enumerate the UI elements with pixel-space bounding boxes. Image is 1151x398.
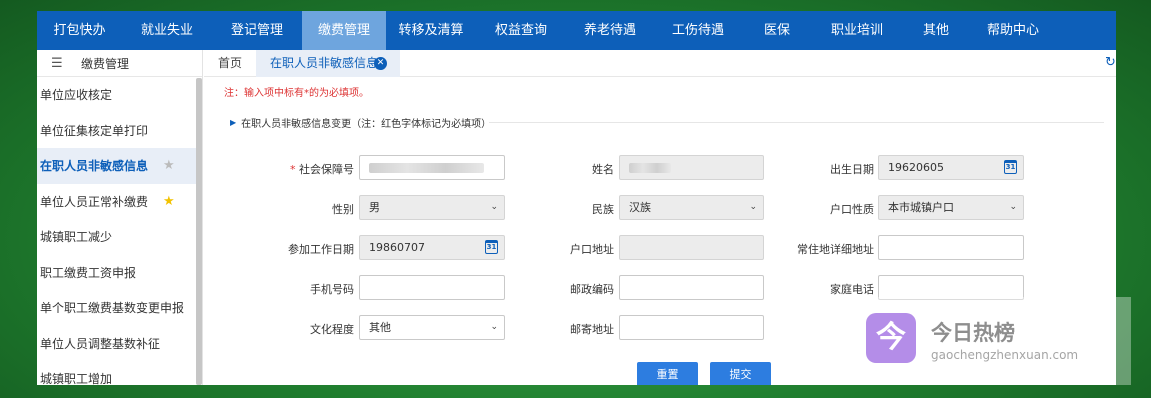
birth-label: 出生日期 bbox=[830, 163, 874, 176]
gender-select[interactable]: 男 ⌄ bbox=[359, 195, 505, 220]
sidebar-item[interactable]: 单位应收核定 bbox=[37, 77, 202, 113]
submit-button[interactable]: 提交 bbox=[710, 362, 771, 385]
refresh-icon[interactable]: ↻ bbox=[1103, 55, 1116, 70]
residence-field[interactable] bbox=[878, 235, 1024, 260]
top-navigation: 打包快办 就业失业 登记管理 缴费管理 转移及清算 权益查询 养老待遇 工伤待遇 医保 职业培训其… bbox=[37, 11, 1116, 50]
chevron-down-icon: ⌄ bbox=[490, 202, 498, 212]
tab-bar: 首页 在职人员非敏感信息 ✕ ↻ ••• bbox=[204, 50, 1116, 77]
sidebar-item[interactable]: 单位征集核定单打印 bbox=[37, 113, 202, 149]
sidebar-item[interactable]: 单个职工缴费基数变更申报 bbox=[37, 290, 202, 326]
work-start-field: 19860707 31 bbox=[359, 235, 505, 260]
hukou-type-label: 户口性质 bbox=[830, 203, 874, 216]
sidebar-title: 缴费管理 bbox=[81, 56, 130, 71]
ssn-label: * 社会保障号 bbox=[290, 163, 354, 176]
mobile-label: 手机号码 bbox=[310, 283, 354, 296]
sidebar-item[interactable]: 城镇职工增加 bbox=[37, 361, 202, 385]
sidebar-item-label: 城镇职工增加 bbox=[40, 372, 113, 385]
nav-item[interactable]: 就业失业 bbox=[122, 11, 212, 50]
sidebar-item-label: 单位人员正常补缴费 bbox=[40, 194, 149, 209]
sidebar-item-label: 城镇职工减少 bbox=[40, 230, 113, 245]
nav-item[interactable]: 帮助中心 bbox=[970, 11, 1056, 50]
home-phone-label: 家庭电话 bbox=[830, 283, 874, 296]
nav-item[interactable]: 打包快办 bbox=[37, 11, 122, 50]
education-label: 文化程度 bbox=[310, 323, 354, 336]
birth-field: 19620605 31 bbox=[878, 155, 1024, 180]
sidebar-item-label: 职工缴费工资申报 bbox=[40, 265, 137, 280]
chevron-down-icon: ⌄ bbox=[749, 202, 757, 212]
sidebar-scrollbar[interactable] bbox=[196, 78, 202, 385]
mail-address-field[interactable] bbox=[619, 315, 764, 340]
section-header: ▶ 在职人员非敏感信息变更（注：红色字体标记为必填项） bbox=[230, 115, 491, 130]
section-divider bbox=[489, 122, 1104, 123]
sidebar-item-label: 单位应收核定 bbox=[40, 88, 113, 103]
nav-item[interactable]: 养老待遇 bbox=[566, 11, 654, 50]
reset-button[interactable]: 重置 bbox=[637, 362, 698, 385]
education-select[interactable]: 其他 ⌄ bbox=[359, 315, 505, 340]
gender-label: 性别 bbox=[332, 203, 354, 216]
watermark: 今 今日热榜 gaochengzhenxuan.com bbox=[866, 313, 1086, 363]
ethnicity-select[interactable]: 汉族 ⌄ bbox=[619, 195, 764, 220]
name-field bbox=[619, 155, 764, 180]
section-title: 在职人员非敏感信息变更（注：红色字体标记为必填项） bbox=[241, 119, 492, 130]
calendar-icon[interactable]: 31 bbox=[1004, 160, 1017, 174]
nav-item[interactable]: 其他 bbox=[902, 11, 970, 50]
sidebar-item-label: 单位征集核定单打印 bbox=[40, 123, 149, 138]
star-icon[interactable]: ★ bbox=[163, 194, 175, 209]
nav-item[interactable]: 权益查询 bbox=[476, 11, 566, 50]
nav-item[interactable]: 工伤待遇 bbox=[654, 11, 742, 50]
menu-icon[interactable]: ☰ bbox=[51, 56, 81, 71]
postcode-label: 邮政编码 bbox=[570, 283, 614, 296]
watermark-title: 今日热榜 bbox=[931, 321, 1015, 345]
tab-home[interactable]: 首页 bbox=[218, 50, 242, 77]
sidebar-item[interactable]: 单位人员调整基数补征 bbox=[37, 326, 202, 362]
sidebar-item[interactable]: 职工缴费工资申报 bbox=[37, 255, 202, 291]
hukou-address-field bbox=[619, 235, 764, 260]
triangle-icon: ▶ bbox=[230, 118, 237, 127]
name-label: 姓名 bbox=[592, 163, 614, 176]
nav-item[interactable]: 医保 bbox=[742, 11, 812, 50]
sidebar-item-label: 单位人员调整基数补征 bbox=[40, 336, 161, 351]
required-note: 注：输入项中标有*的为必填项。 bbox=[224, 88, 369, 99]
postcode-field[interactable] bbox=[619, 275, 764, 300]
watermark-subtitle: gaochengzhenxuan.com bbox=[931, 348, 1079, 362]
sidebar-item[interactable]: 城镇职工减少 bbox=[37, 219, 202, 255]
mail-address-label: 邮寄地址 bbox=[570, 323, 614, 336]
residence-label: 常住地详细地址 bbox=[797, 243, 874, 256]
calendar-icon[interactable]: 31 bbox=[485, 240, 498, 254]
sidebar-header[interactable]: ☰ 缴费管理 bbox=[37, 50, 202, 77]
nav-item[interactable]: 职业培训 bbox=[812, 11, 902, 50]
sidebar-item[interactable]: 在职人员非敏感信息 ★ bbox=[37, 148, 202, 184]
nav-item[interactable]: 转移及清算 bbox=[386, 11, 476, 50]
nav-item[interactable]: 缴费管理 bbox=[302, 11, 386, 50]
ssn-field[interactable] bbox=[359, 155, 505, 180]
nav-item[interactable]: 登记管理 bbox=[212, 11, 302, 50]
chevron-down-icon: ⌄ bbox=[1009, 202, 1017, 212]
watermark-logo: 今 bbox=[866, 313, 916, 363]
close-icon[interactable]: ✕ bbox=[374, 57, 387, 70]
work-start-label: 参加工作日期 bbox=[288, 243, 354, 256]
hukou-type-select[interactable]: 本市城镇户口 ⌄ bbox=[878, 195, 1024, 220]
sidebar-item[interactable]: 单位人员正常补缴费 ★ bbox=[37, 184, 202, 220]
tab-current-label: 在职人员非敏感信息 bbox=[270, 56, 379, 70]
hukou-address-label: 户口地址 bbox=[570, 243, 614, 256]
sidebar-item-label: 单个职工缴费基数变更申报 bbox=[40, 301, 185, 316]
mobile-field[interactable] bbox=[359, 275, 505, 300]
chevron-down-icon: ⌄ bbox=[490, 322, 498, 332]
star-icon[interactable]: ★ bbox=[163, 158, 175, 173]
ethnicity-label: 民族 bbox=[592, 203, 614, 216]
sidebar-item-label: 在职人员非敏感信息 bbox=[40, 159, 149, 174]
sidebar: ☰ 缴费管理 单位应收核定 单位征集核定单打印 在职人员非敏感信息 ★ 单位人员正常补缴… bbox=[37, 50, 203, 385]
tab-current[interactable]: 在职人员非敏感信息 ✕ bbox=[256, 50, 400, 77]
